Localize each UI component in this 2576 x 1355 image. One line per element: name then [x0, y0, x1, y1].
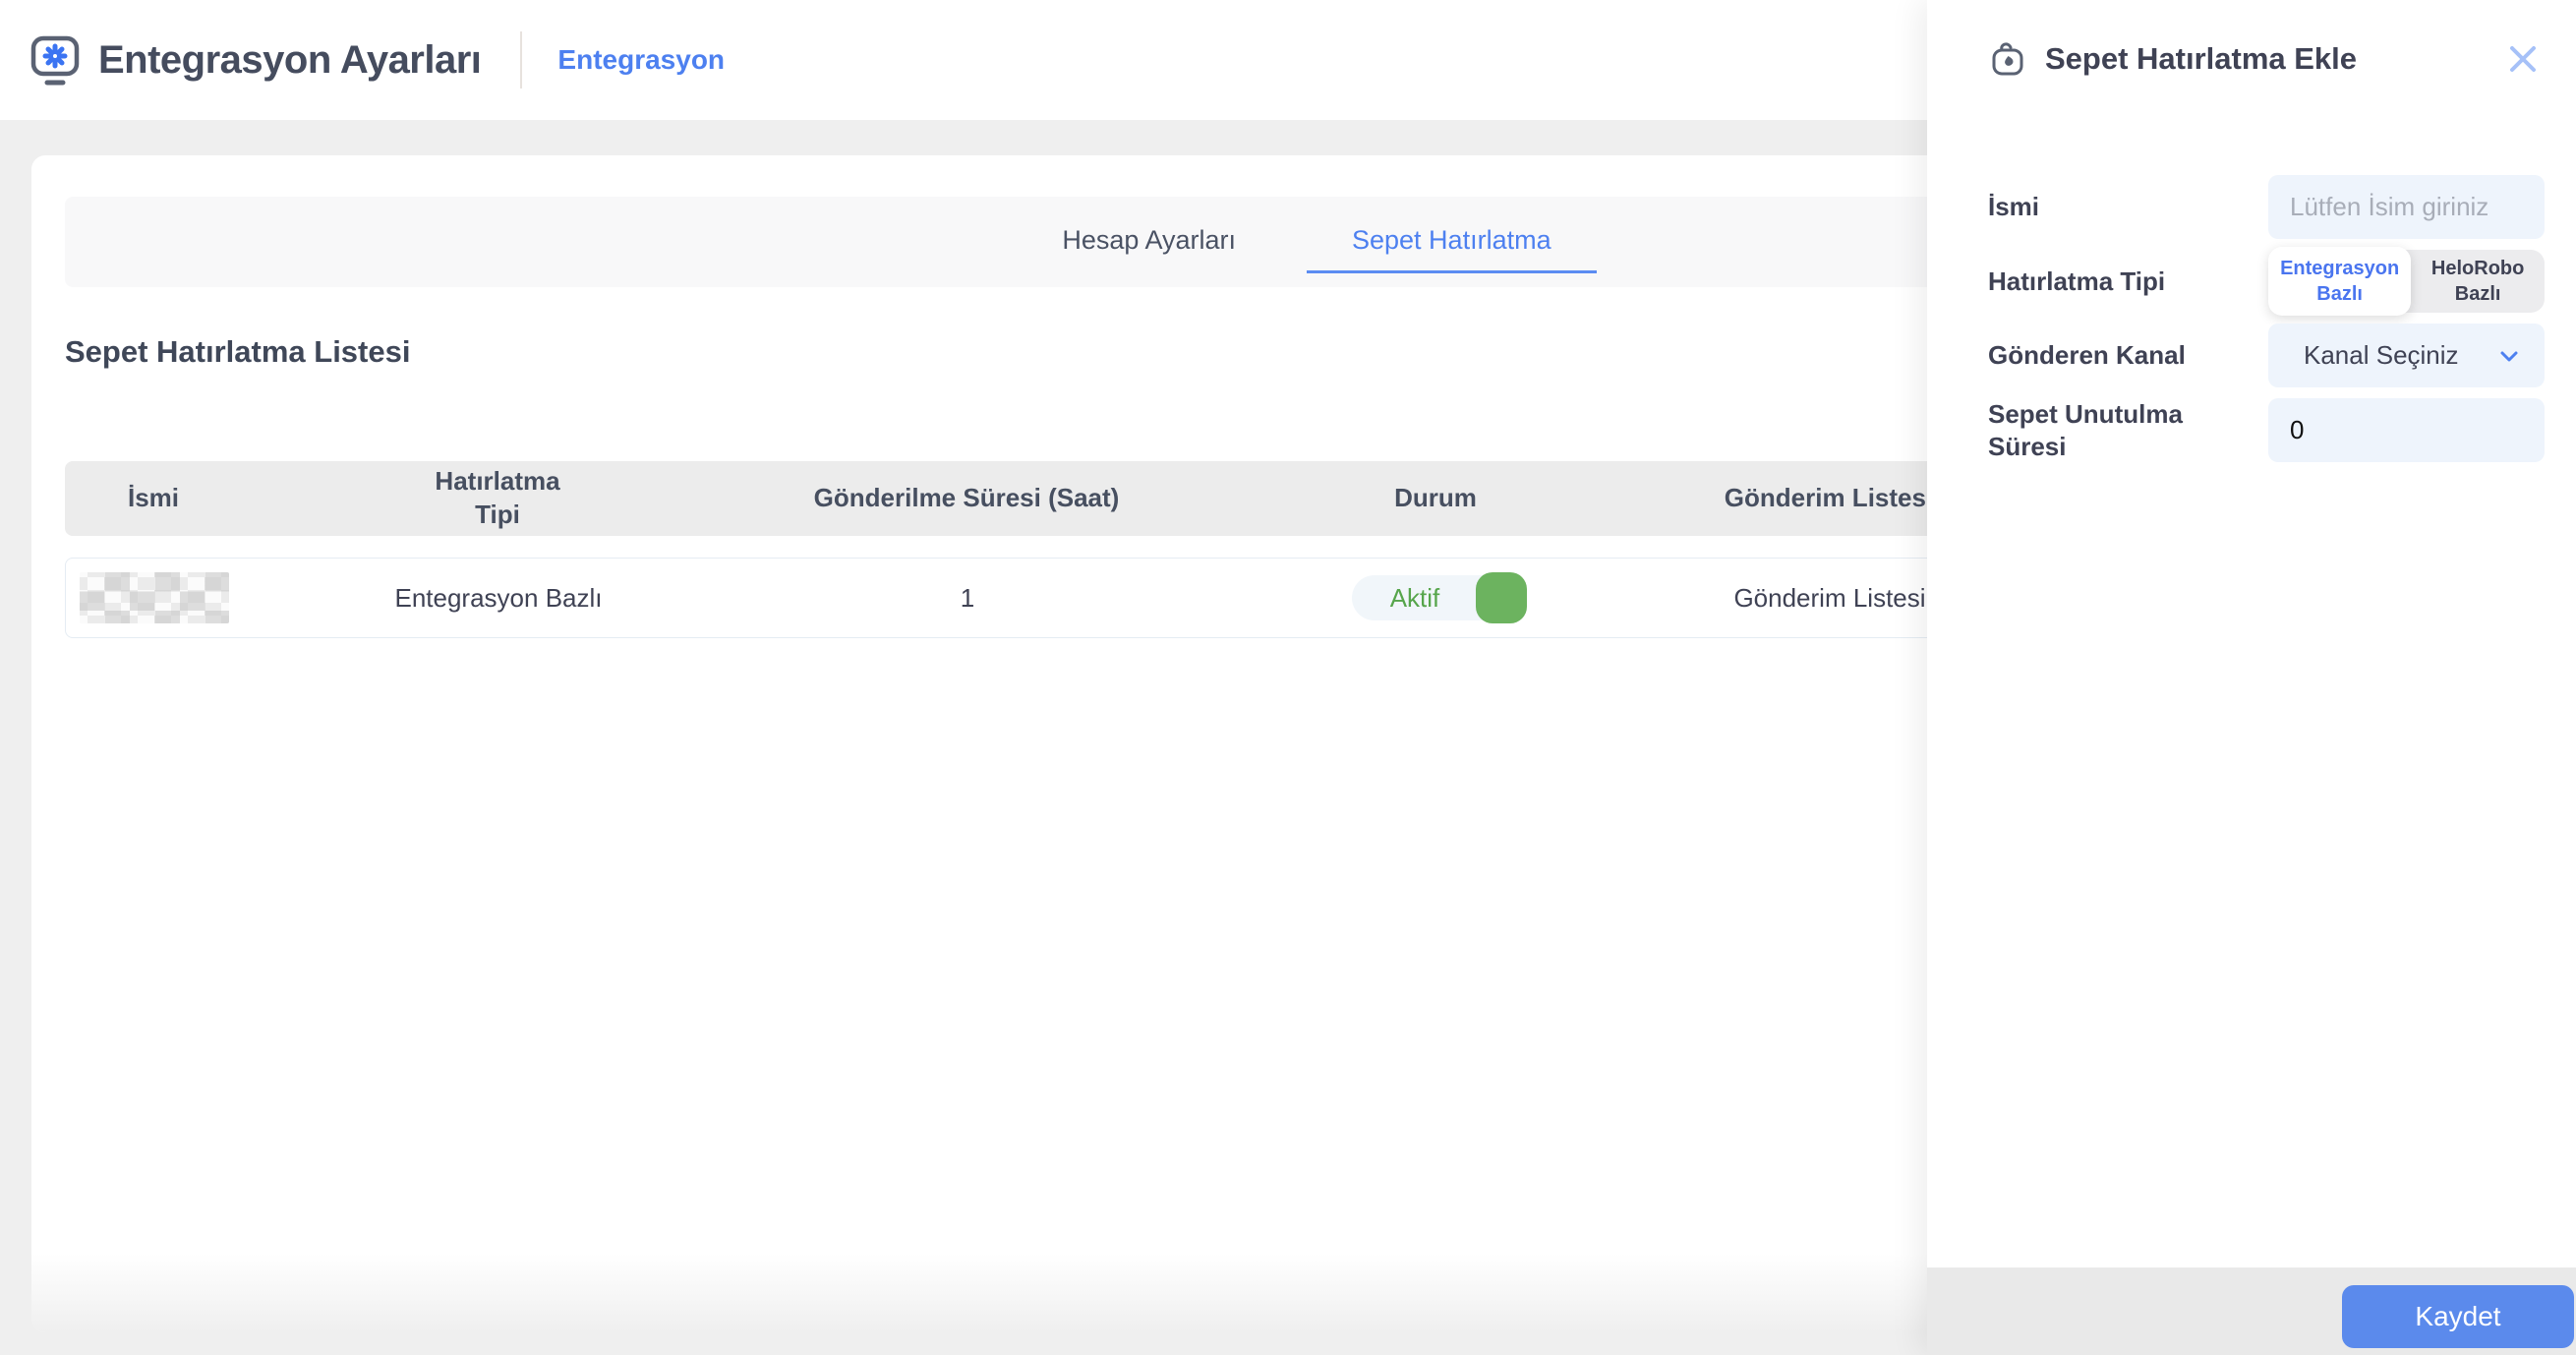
form-row-name: İsmi: [1988, 175, 2545, 239]
page-title: Entegrasyon Ayarları: [98, 37, 482, 82]
header-divider: [520, 31, 523, 88]
status-label: Aktif: [1389, 582, 1440, 613]
segment-entegrasyon-bazli[interactable]: Entegrasyon Bazlı: [2268, 247, 2412, 316]
forget-duration-label: Sepet Unutulma Süresi: [1988, 399, 2183, 461]
form-row-forget-duration: Sepet Unutulma Süresi: [1988, 398, 2545, 462]
drawer-title: Sepet Hatırlatma Ekle: [2045, 41, 2358, 76]
sender-channel-label: Gönderen Kanal: [1988, 340, 2186, 371]
cell-send-duration: 1: [960, 582, 975, 613]
settings-monitor-icon: [29, 32, 83, 88]
column-header-hatirlatma-tipi-label: Hatırlatma Tipi: [435, 466, 560, 529]
cell-reminder-type: Entegrasyon Bazlı: [394, 582, 603, 613]
column-header-durum: Durum: [1394, 483, 1477, 513]
name-field-label: İsmi: [1988, 192, 2040, 222]
tab-hesap-ayarlari[interactable]: Hesap Ayarları: [1017, 210, 1281, 273]
reminder-type-segmented: Entegrasyon Bazlı HeloRobo Bazlı: [2268, 247, 2545, 316]
sender-channel-select[interactable]: Kanal Seçiniz: [2268, 324, 2545, 387]
cell-status: Aktif: [1181, 572, 1692, 623]
breadcrumb-entegrasyon[interactable]: Entegrasyon: [557, 44, 725, 76]
drawer-header: Sepet Hatırlatma Ekle: [1927, 0, 2576, 118]
tab-sepet-hatirlatma[interactable]: Sepet Hatırlatma: [1307, 210, 1597, 273]
forget-duration-input[interactable]: [2268, 398, 2545, 462]
save-button[interactable]: Kaydet: [2342, 1285, 2574, 1348]
segment-helorobo-bazli[interactable]: HeloRobo Bazlı: [2411, 250, 2545, 313]
form-row-reminder-type: Hatırlatma Tipi Entegrasyon Bazlı HeloRo…: [1988, 247, 2545, 316]
column-header-ismi: İsmi: [127, 483, 180, 513]
cell-name: [66, 572, 243, 623]
reminder-type-label: Hatırlatma Tipi: [1988, 265, 2166, 296]
chevron-down-icon: [2499, 340, 2519, 371]
basket-reminder-icon: [1988, 39, 2027, 79]
column-header-hatirlatma-tipi: Hatırlatma Tipi: [242, 465, 753, 532]
column-header-gonderilme-suresi: Gönderilme Süresi (Saat): [813, 483, 1120, 513]
sender-channel-value: Kanal Seçiniz: [2304, 340, 2459, 370]
drawer-footer: Kaydet: [1927, 1267, 2576, 1355]
drawer-body: İsmi Hatırlatma Tipi Entegrasyon Bazlı H…: [1927, 118, 2576, 462]
form-row-sender-channel: Gönderen Kanal Kanal Seçiniz: [1988, 324, 2545, 387]
status-toggle[interactable]: Aktif: [1352, 572, 1527, 623]
name-input[interactable]: [2268, 175, 2545, 239]
column-header-gonderim-listesi: Gönderim Listesi: [1724, 483, 1934, 513]
send-list-link[interactable]: Gönderim Listesi: [1692, 583, 1967, 614]
close-icon[interactable]: [2499, 35, 2547, 83]
redacted-name: [80, 572, 229, 623]
drawer-sepet-hatirlatma-ekle: Sepet Hatırlatma Ekle İsmi Hatırlatma Ti…: [1927, 0, 2576, 1355]
toggle-knob-icon: [1476, 572, 1527, 623]
